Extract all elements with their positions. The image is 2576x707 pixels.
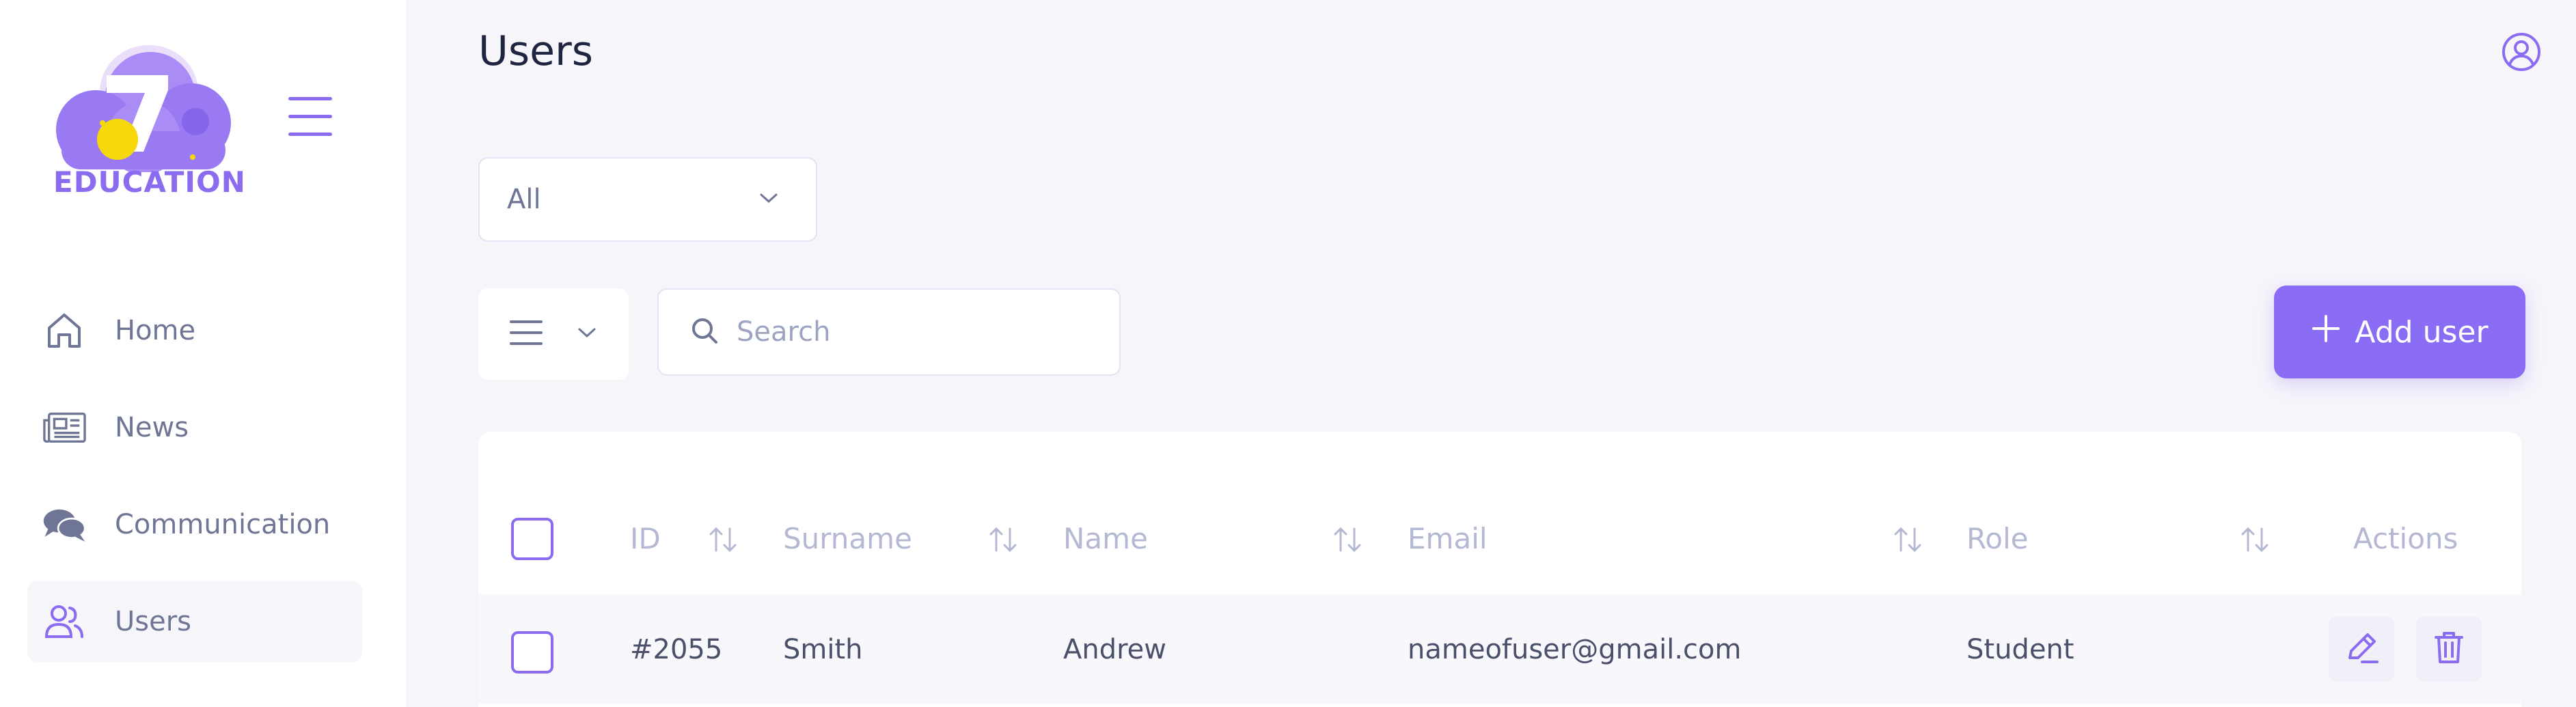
cell-email: nameofuser@gmail.com bbox=[1408, 634, 1742, 665]
add-user-button[interactable]: Add user bbox=[2274, 286, 2525, 378]
sidebar-item-label: Communication bbox=[115, 509, 331, 540]
newspaper-icon bbox=[42, 406, 86, 449]
menu-toggle-button[interactable] bbox=[286, 96, 335, 138]
plus-icon bbox=[2311, 314, 2341, 351]
column-header-email: Email bbox=[1408, 522, 1488, 555]
menu-icon-line bbox=[288, 97, 332, 100]
search-box bbox=[657, 288, 1121, 376]
sidebar-item-label: News bbox=[115, 412, 189, 443]
sort-icon[interactable] bbox=[2238, 523, 2271, 556]
logo[interactable]: EDUCATION bbox=[48, 36, 245, 206]
users-icon bbox=[42, 600, 86, 643]
search-icon bbox=[690, 316, 719, 348]
sort-icon[interactable] bbox=[707, 523, 739, 556]
column-header-id: ID bbox=[630, 522, 661, 555]
chevron-down-icon bbox=[577, 327, 597, 342]
home-icon bbox=[42, 309, 86, 352]
column-header-surname: Surname bbox=[783, 522, 912, 555]
logo-text: EDUCATION bbox=[53, 165, 246, 199]
view-options-button[interactable] bbox=[478, 288, 629, 380]
chevron-down-icon bbox=[758, 192, 779, 207]
sort-icon[interactable] bbox=[1891, 523, 1924, 556]
sidebar: EDUCATION Home News Communication Users bbox=[0, 0, 406, 707]
search-input[interactable] bbox=[737, 316, 1092, 348]
sort-icon[interactable] bbox=[1331, 523, 1364, 556]
sidebar-item-home[interactable]: Home bbox=[27, 290, 362, 371]
cell-name: Andrew bbox=[1063, 634, 1166, 665]
role-filter-select[interactable]: All bbox=[478, 157, 817, 242]
pencil-icon bbox=[2343, 629, 2380, 669]
add-user-label: Add user bbox=[2355, 314, 2489, 350]
users-table: ID Surname Name Email Role Actions #2055… bbox=[478, 432, 2521, 707]
role-filter-value: All bbox=[507, 184, 541, 215]
cell-role: Student bbox=[1967, 634, 2074, 665]
cell-surname: Smith bbox=[783, 634, 863, 665]
delete-button[interactable] bbox=[2416, 616, 2482, 682]
sidebar-item-users[interactable]: Users bbox=[27, 581, 362, 662]
sort-icon[interactable] bbox=[987, 523, 1019, 556]
column-header-actions: Actions bbox=[2353, 522, 2458, 555]
row-checkbox[interactable] bbox=[511, 631, 553, 674]
select-all-checkbox[interactable] bbox=[511, 518, 553, 560]
chat-icon bbox=[42, 503, 86, 546]
column-header-name: Name bbox=[1063, 522, 1148, 555]
sidebar-item-news[interactable]: News bbox=[27, 387, 362, 468]
menu-icon-line bbox=[288, 133, 332, 136]
edit-button[interactable] bbox=[2329, 616, 2394, 682]
column-header-role: Role bbox=[1967, 522, 2029, 555]
cell-id: #2055 bbox=[630, 634, 723, 665]
sidebar-item-label: Home bbox=[115, 315, 196, 346]
trash-icon bbox=[2433, 630, 2465, 667]
sidebar-item-label: Users bbox=[115, 606, 192, 637]
sidebar-item-communication[interactable]: Communication bbox=[27, 484, 362, 565]
list-icon bbox=[510, 319, 543, 349]
logo-icon bbox=[56, 45, 231, 172]
table-header: ID Surname Name Email Role Actions bbox=[478, 489, 2521, 592]
sidebar-nav: Home News Communication Users bbox=[27, 290, 362, 678]
table-row: #2055 Smith Andrew nameofuser@gmail.com … bbox=[478, 594, 2521, 704]
menu-icon-line bbox=[288, 115, 332, 118]
page-title: Users bbox=[478, 27, 594, 75]
user-circle-icon[interactable] bbox=[2501, 31, 2542, 72]
